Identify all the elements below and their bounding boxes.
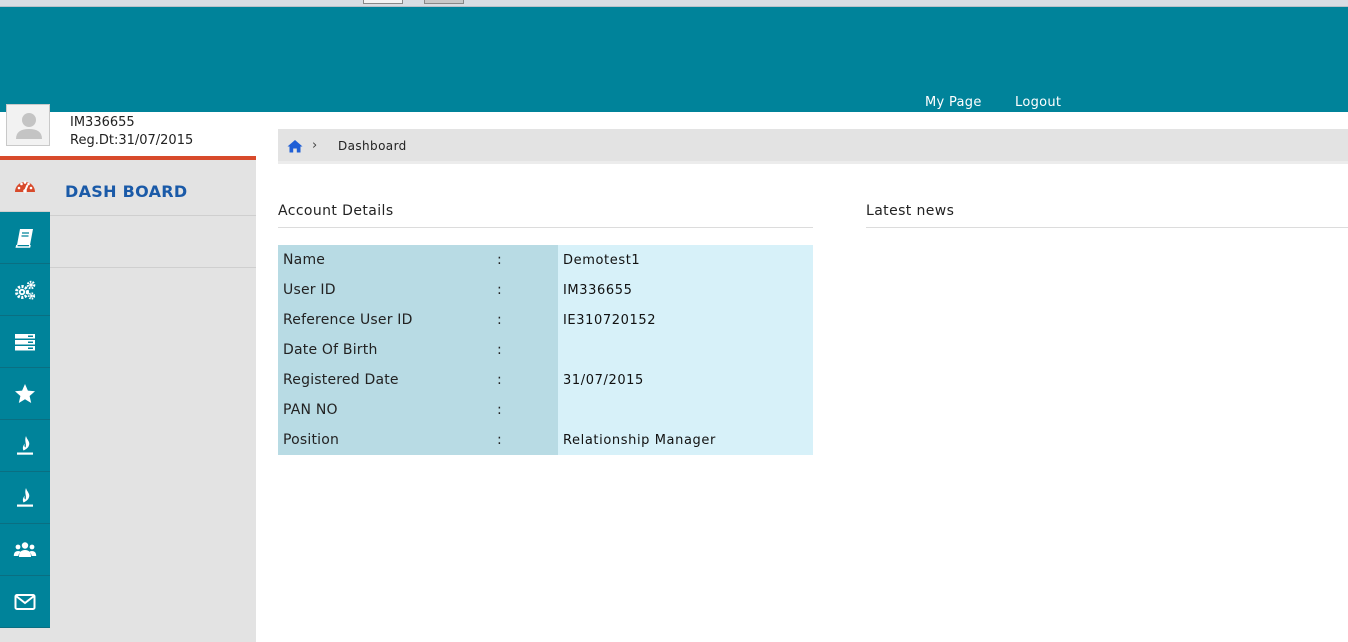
row-colon: :	[497, 252, 502, 268]
my-page-link[interactable]: My Page	[925, 95, 982, 110]
users-icon	[13, 541, 37, 557]
sidebar-item-settings[interactable]	[0, 264, 50, 316]
sidebar: IM336655 Reg.Dt:31/07/2015 DASH BOARD	[0, 104, 256, 642]
row-colon: :	[497, 282, 502, 298]
sidebar-item-messages[interactable]	[0, 576, 50, 628]
logout-link[interactable]: Logout	[1015, 95, 1061, 110]
row-label: Name	[283, 252, 326, 268]
fire-icon	[17, 435, 33, 455]
row-label: PAN NO	[283, 402, 338, 418]
fire-icon	[17, 487, 33, 507]
server-icon	[15, 333, 35, 350]
row-colon: :	[497, 402, 502, 418]
dashboard-gauge-icon	[15, 180, 35, 193]
row-value: Relationship Manager	[563, 433, 716, 448]
row-value: IE310720152	[563, 313, 657, 328]
envelope-icon	[14, 593, 36, 610]
row-value: 31/07/2015	[563, 373, 644, 388]
row-colon: :	[497, 342, 502, 358]
breadcrumb-separator: ›	[312, 138, 318, 153]
profile-panel: IM336655 Reg.Dt:31/07/2015	[0, 104, 256, 156]
row-label: User ID	[283, 282, 336, 298]
star-icon	[15, 383, 35, 403]
row-value: IM336655	[563, 283, 633, 298]
row-colon: :	[497, 432, 502, 448]
row-label: Date Of Birth	[283, 342, 378, 358]
account-details-table: Name : Demotest1 User ID : IM336655 Refe…	[278, 245, 813, 455]
row-value: Demotest1	[563, 253, 641, 268]
row-label: Reference User ID	[283, 312, 413, 328]
latest-news-divider	[866, 227, 1348, 228]
sidebar-item-favorites[interactable]	[0, 368, 50, 420]
menu-divider	[50, 215, 256, 216]
row-label: Registered Date	[283, 372, 399, 388]
row-colon: :	[497, 372, 502, 388]
book-icon	[15, 228, 33, 248]
profile-user-id: IM336655	[70, 115, 135, 130]
avatar	[6, 104, 50, 146]
sidebar-icon-column	[0, 160, 50, 642]
account-details-title: Account Details	[278, 203, 394, 219]
breadcrumb: › Dashboard	[278, 129, 1348, 164]
value-column	[558, 245, 813, 455]
row-colon: :	[497, 312, 502, 328]
sidebar-item-book[interactable]	[0, 212, 50, 264]
sidebar-item-hot-1[interactable]	[0, 420, 50, 472]
menu-divider	[50, 267, 256, 268]
browser-field	[363, 0, 403, 4]
sidebar-dashboard-label[interactable]: DASH BOARD	[65, 182, 188, 201]
sidebar-item-team[interactable]	[0, 524, 50, 576]
row-label: Position	[283, 432, 340, 448]
user-avatar-icon	[16, 113, 42, 139]
browser-toolbar-strip	[0, 0, 1348, 7]
sidebar-item-hot-2[interactable]	[0, 472, 50, 524]
account-details-divider	[278, 227, 813, 228]
sidebar-item-server[interactable]	[0, 316, 50, 368]
home-icon[interactable]	[287, 139, 303, 153]
browser-field	[424, 0, 464, 4]
latest-news-title: Latest news	[866, 203, 955, 219]
site-header: My Page Logout	[0, 7, 1348, 112]
breadcrumb-current: Dashboard	[338, 139, 407, 153]
sidebar-item-dashboard[interactable]	[0, 160, 50, 212]
profile-reg-date: Reg.Dt:31/07/2015	[70, 133, 194, 148]
gears-icon	[15, 280, 36, 300]
